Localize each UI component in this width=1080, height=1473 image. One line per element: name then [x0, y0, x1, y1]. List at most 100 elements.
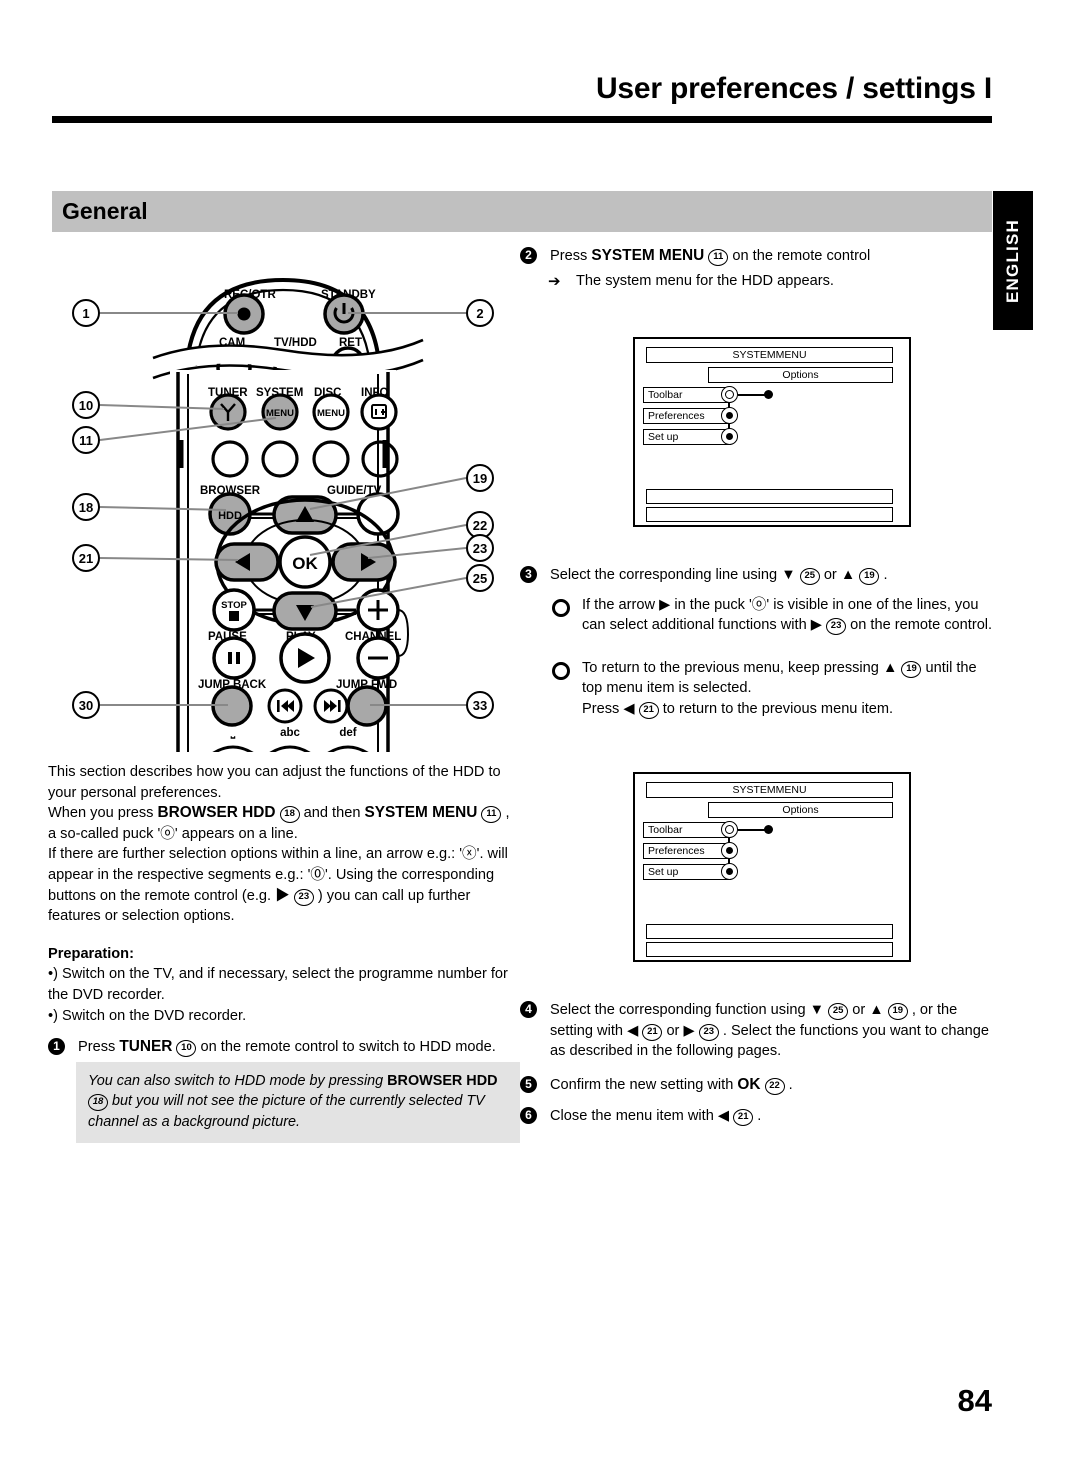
step-3-text-a: Select the corresponding line using — [550, 567, 778, 583]
osd2-lead-line — [738, 829, 766, 831]
callout-33: 33 — [466, 691, 494, 719]
step-4: 4 Select the corresponding function usin… — [520, 1000, 1000, 1062]
s3b2-text-d: to return to the previous menu item. — [662, 700, 894, 717]
step-5-text-a: Confirm the new setting with — [550, 1076, 734, 1093]
step-2-text-c: on the remote control — [732, 248, 871, 264]
tip-note-box: You can also switch to HDD mode by press… — [76, 1061, 520, 1144]
left-column-text: This section describes how you can adjus… — [48, 762, 520, 1144]
step-1-text-c: on the remote control to switch to HDD m… — [200, 1039, 496, 1056]
hollow-bullet-icon-2 — [552, 661, 570, 680]
ref-25-step3: 25 — [799, 568, 820, 585]
step-6: 6 Close the menu item with ◀ 21 . — [520, 1106, 1000, 1127]
step-3-number: 3 — [520, 566, 537, 583]
osd2-row-preferences[interactable]: Preferences — [643, 843, 731, 859]
svg-text:10: 10 — [79, 398, 93, 413]
preparation-heading: Preparation: — [48, 945, 134, 962]
step-1: 1 Press TUNER 10 on the remote control t… — [48, 1037, 520, 1058]
osd1-row-preferences[interactable]: Preferences — [643, 408, 731, 424]
section-heading-bar: General — [52, 191, 992, 232]
header-rule — [52, 116, 992, 123]
osd1-title: SYSTEMMENU — [646, 347, 893, 363]
label-key-def: def — [339, 727, 356, 739]
svg-text:18: 18 — [79, 500, 93, 515]
label-stop: STOP — [221, 600, 247, 611]
svg-text:21: 21 — [79, 551, 93, 566]
osd1-lead-dot — [764, 390, 773, 399]
page-title: User preferences / settings I — [595, 72, 992, 105]
ref-10: 10 — [176, 1040, 197, 1058]
svg-text:MENU: MENU — [266, 408, 294, 419]
ref-21-s3b2: 21 — [638, 701, 659, 719]
svg-text:19: 19 — [473, 471, 487, 486]
step-5: 5 Confirm the new setting with OK 22 . — [520, 1075, 1000, 1096]
osd2-row-toolbar[interactable]: Toolbar — [643, 822, 731, 838]
arrow-left-glyph-4: ◀ — [627, 1022, 639, 1039]
s3b2-text-c: Press — [582, 700, 620, 717]
osd2-options-header: Options — [708, 802, 893, 818]
ref-21-step6: 21 — [733, 1109, 754, 1127]
osd1-puck-preferences[interactable] — [721, 407, 738, 424]
ref-23-s3: 23 — [826, 618, 847, 636]
osd-systemmenu-2: SYSTEMMENU Options Toolbar Preferences S… — [633, 772, 911, 962]
osd1-lead-line — [738, 394, 766, 396]
page-number: 84 — [957, 1383, 992, 1418]
step-3-end: . — [883, 567, 888, 583]
intro2-browser-hdd: BROWSER HDD — [157, 804, 276, 822]
result-arrow-icon: ➔ — [548, 272, 561, 290]
osd1-row-toolbar[interactable]: Toolbar — [643, 387, 731, 403]
step-5-text-c: . — [788, 1076, 793, 1093]
note-text-c: but you will not see the picture of the … — [88, 1093, 485, 1130]
step-5-ok: OK — [737, 1075, 761, 1093]
callout-11: 11 — [72, 426, 100, 454]
ref-11: 11 — [481, 806, 502, 824]
ref-22-step5: 22 — [764, 1077, 785, 1095]
osd-systemmenu-1: SYSTEMMENU Options Toolbar Preferences S… — [633, 337, 911, 527]
button-pause — [212, 636, 256, 680]
step-1-text-a: Press — [78, 1039, 116, 1056]
callout-25: 25 — [466, 564, 494, 592]
step-4-or1: or — [852, 1002, 866, 1018]
ref-11-step2: 11 — [708, 249, 729, 266]
label-key-space: ⎵ — [230, 727, 236, 740]
intro2-text-c: and then — [303, 805, 361, 822]
step-2-result: ➔ The system menu for the HDD appears. — [520, 271, 1000, 292]
osd2-puck-toolbar[interactable] — [721, 821, 738, 838]
callout-19: 19 — [466, 464, 494, 492]
osd2-row-setup[interactable]: Set up — [643, 864, 731, 880]
osd2-title: SYSTEMMENU — [646, 782, 893, 798]
osd1-row-setup[interactable]: Set up — [643, 429, 731, 445]
ref-23: 23 — [293, 888, 314, 906]
step-4-text-a: Select the corresponding function using — [550, 1002, 806, 1018]
callout-18: 18 — [72, 493, 100, 521]
callout-2: 2 — [466, 299, 494, 327]
remote-control-illustration: REC/OTR STANDBY CAM TV/HDD RET — [48, 262, 518, 752]
intro2-text-a: When you press — [48, 805, 154, 822]
svg-text:22: 22 — [473, 518, 487, 533]
osd1-puck-setup[interactable] — [721, 428, 738, 445]
language-side-tab-label: ENGLISH — [1003, 218, 1022, 303]
ref-18-note: 18 — [88, 1094, 108, 1112]
step-3-bullet-1: If the arrow ▶ in the puck 'ⓞ' is visibl… — [520, 595, 1000, 636]
step-3-or: or — [823, 567, 837, 583]
intro-paragraph-3: If there are further selection options w… — [48, 844, 520, 926]
step-5-number: 5 — [520, 1075, 537, 1093]
osd1-puck-toolbar[interactable] — [721, 386, 738, 403]
step-2-result-text: The system menu for the HDD appears. — [576, 272, 834, 289]
svg-text:2: 2 — [476, 306, 483, 321]
step-6-number: 6 — [520, 1107, 537, 1125]
preparation-item-1: •) Switch on the TV, and if necessary, s… — [48, 966, 508, 1003]
step-1-tuner: TUNER — [119, 1038, 173, 1056]
note-browser-hdd: BROWSER HDD — [387, 1072, 498, 1089]
s3b1-text-a: If the arrow — [582, 596, 655, 613]
step-4-or2: or — [666, 1022, 680, 1039]
ref-19-step4: 19 — [887, 1003, 908, 1020]
step-2-text-a: Press — [550, 248, 588, 264]
osd2-puck-preferences[interactable] — [721, 842, 738, 859]
osd2-footer-bar-2 — [646, 942, 893, 957]
osd2-puck-setup[interactable] — [721, 863, 738, 880]
step-3-block: 3 Select the corresponding line using ▼ … — [520, 565, 1000, 720]
step-2-number: 2 — [520, 247, 537, 264]
arrow-right-glyph-s3: ▶ — [659, 596, 671, 613]
arrow-up-glyph-s3b2: ▲ — [882, 659, 898, 676]
arrow-left-glyph-6: ◀ — [717, 1108, 730, 1125]
